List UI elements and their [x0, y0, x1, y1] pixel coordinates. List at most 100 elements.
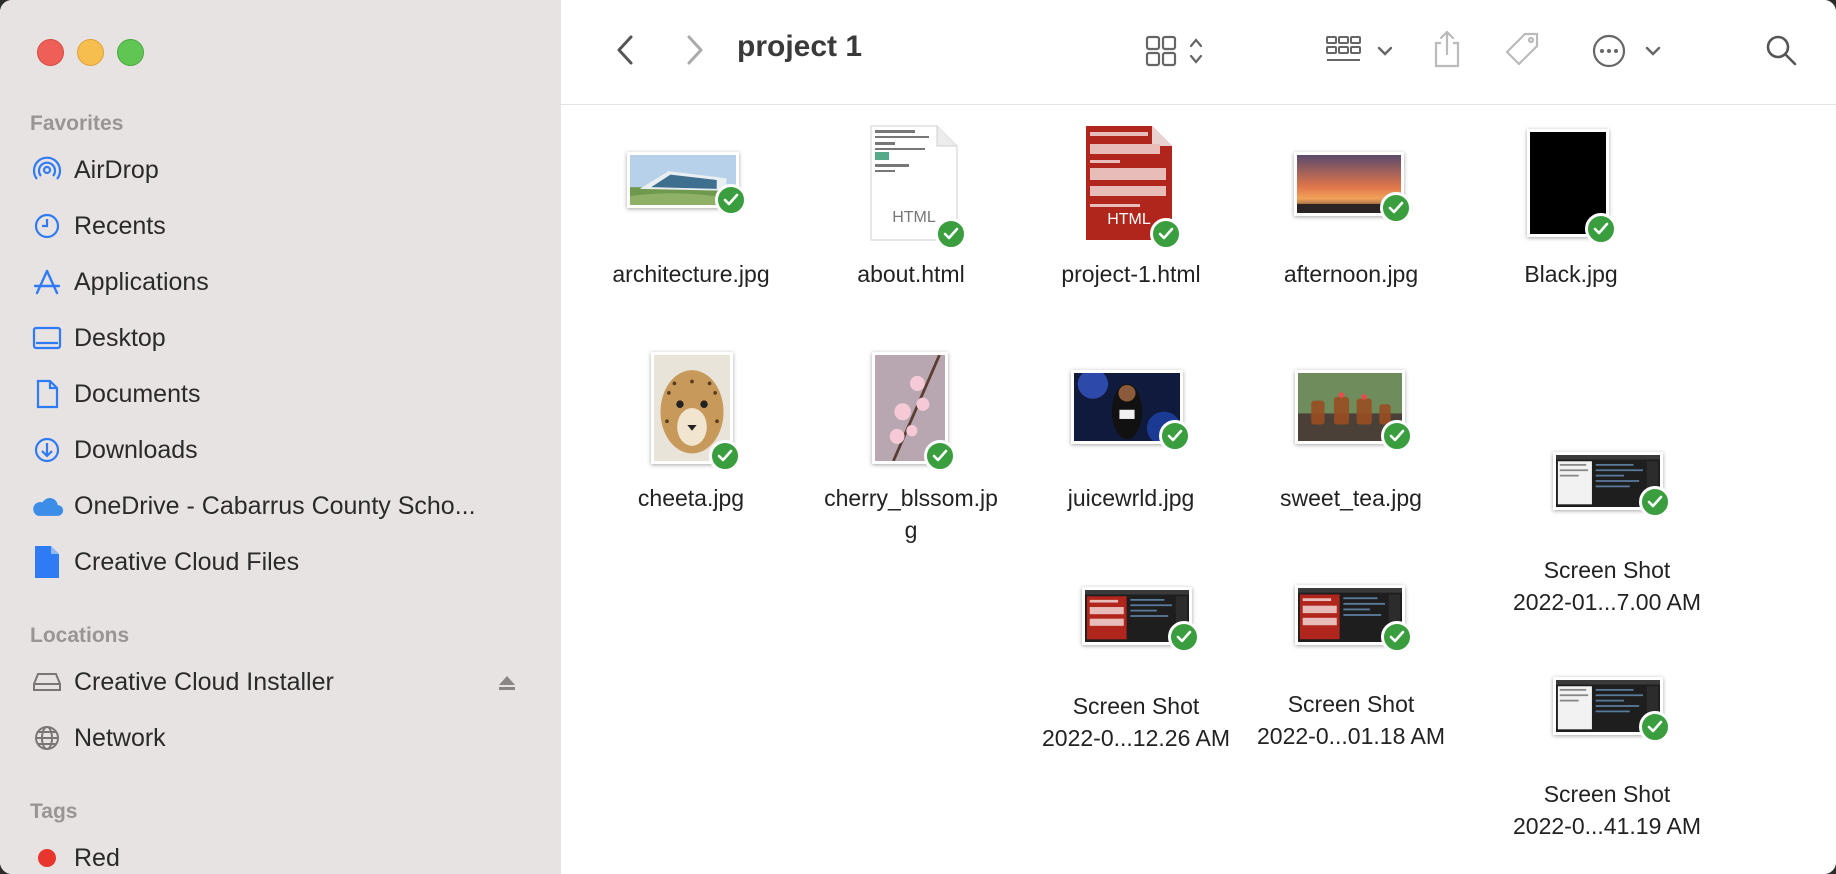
grid-view-icon [1145, 35, 1203, 67]
sidebar-item-tag-red[interactable]: Red [30, 838, 530, 874]
file-name: architecture.jpg [581, 258, 801, 290]
sidebar-item-creative-cloud-installer[interactable]: Creative Cloud Installer [30, 662, 530, 702]
file-name: about.html [801, 258, 1021, 290]
sidebar-item-documents[interactable]: Documents [30, 374, 530, 414]
desktop-icon [30, 321, 64, 355]
file-name-line: Screen Shot [1543, 781, 1671, 807]
window-title: project 1 [737, 30, 863, 63]
more-actions-button[interactable] [1591, 30, 1667, 72]
sidebar-item-downloads[interactable]: Downloads [30, 430, 530, 470]
locations-heading: Locations [30, 624, 130, 647]
sidebar-item-label: Creative Cloud Installer [74, 667, 334, 696]
file-name-line: Black.jpg [1524, 261, 1618, 287]
sidebar-item-label: Creative Cloud Files [74, 547, 300, 576]
sidebar-item-recents[interactable]: Recents [30, 206, 530, 246]
sidebar-item-applications[interactable]: Applications [30, 262, 530, 302]
share-icon [1434, 30, 1460, 68]
toolbar: project 1 [561, 0, 1836, 105]
sidebar-item-onedrive[interactable]: OneDrive - Cabarrus County Scho... [30, 486, 530, 526]
file-name-line: project-1.html [1061, 261, 1201, 287]
synced-checkmark-icon [1159, 420, 1191, 452]
synced-checkmark-icon [924, 440, 956, 472]
clock-icon [30, 209, 64, 243]
sidebar-item-label: AirDrop [74, 155, 159, 184]
file-name: sweet_tea.jpg [1241, 482, 1461, 514]
airdrop-icon [30, 153, 64, 187]
search-button[interactable] [1761, 30, 1801, 70]
synced-checkmark-icon [709, 440, 741, 472]
file-name-line: juicewrld.jpg [1067, 485, 1195, 511]
file-name-line: 2022-0...41.19 AM [1513, 813, 1701, 839]
file-name-line: cheeta.jpg [637, 485, 745, 511]
sidebar-item-label: OneDrive - Cabarrus County Scho... [74, 491, 476, 520]
synced-checkmark-icon [715, 184, 747, 216]
tags-heading: Tags [30, 800, 78, 823]
file-name: Black.jpg [1461, 258, 1681, 290]
file-name-line: about.html [857, 261, 965, 287]
file-name: Screen Shot 2022-0...41.19 AM [1497, 778, 1717, 842]
synced-checkmark-icon [935, 218, 967, 250]
sidebar-item-label: Applications [74, 267, 209, 296]
chevron-right-icon [687, 35, 703, 65]
sidebar-item-desktop[interactable]: Desktop [30, 318, 530, 358]
file-name: cherry_blssom.jpg [801, 482, 1021, 546]
file-name: afternoon.jpg [1241, 258, 1461, 290]
synced-checkmark-icon [1380, 192, 1412, 224]
tags-button[interactable] [1501, 28, 1545, 72]
synced-checkmark-icon [1381, 420, 1413, 452]
close-window-button[interactable] [37, 39, 64, 66]
favorites-heading: Favorites [30, 112, 124, 135]
group-icon [1326, 36, 1393, 61]
eject-icon[interactable] [497, 673, 517, 693]
file-name-line: sweet_tea.jpg [1280, 485, 1422, 511]
file-name-line: g [904, 517, 918, 543]
file-name-line: Screen Shot [1543, 557, 1671, 583]
synced-checkmark-icon [1585, 213, 1617, 245]
file-name-line: afternoon.jpg [1283, 261, 1419, 287]
file-name: Screen Shot 2022-0...12.26 AM [1026, 690, 1246, 754]
ellipsis-circle-icon [1592, 34, 1661, 68]
sidebar-item-label: Red [74, 843, 120, 872]
chevron-left-icon [617, 35, 633, 65]
file-name: juicewrld.jpg [1021, 482, 1241, 514]
applications-icon [30, 265, 64, 299]
file-icon [30, 545, 64, 579]
sidebar: Favorites AirDrop Recents Applications D… [0, 0, 561, 874]
cloud-icon [30, 489, 64, 523]
share-button[interactable] [1429, 26, 1465, 72]
sidebar-item-label: Network [74, 723, 166, 752]
forward-button[interactable] [675, 30, 715, 70]
red-tag-icon [30, 841, 64, 874]
synced-checkmark-icon [1639, 486, 1671, 518]
file-name-line: Screen Shot [1287, 691, 1415, 717]
file-name-line: 2022-0...01.18 AM [1257, 723, 1445, 749]
file-name-line: cherry_blssom.jp [824, 485, 998, 511]
synced-checkmark-icon [1639, 711, 1671, 743]
synced-checkmark-icon [1168, 621, 1200, 653]
globe-icon [30, 721, 64, 755]
zoom-window-button[interactable] [117, 39, 144, 66]
group-by-button[interactable] [1325, 30, 1399, 72]
sidebar-item-airdrop[interactable]: AirDrop [30, 150, 530, 190]
file-name: cheeta.jpg [581, 482, 801, 514]
file-name-line: 2022-0...12.26 AM [1042, 725, 1230, 751]
download-icon [30, 433, 64, 467]
sidebar-item-creative-cloud-files[interactable]: Creative Cloud Files [30, 542, 530, 582]
search-icon [1766, 35, 1797, 66]
sidebar-item-network[interactable]: Network [30, 718, 530, 758]
finder-window: Favorites AirDrop Recents Applications D… [0, 0, 1836, 874]
file-name: Screen Shot 2022-0...01.18 AM [1241, 688, 1461, 752]
svg-text:HTML: HTML [1107, 211, 1151, 228]
file-name-line: 2022-01...7.00 AM [1513, 589, 1701, 615]
drive-icon [30, 665, 64, 699]
view-mode-button[interactable] [1145, 30, 1219, 72]
sidebar-item-label: Downloads [74, 435, 198, 464]
minimize-window-button[interactable] [77, 39, 104, 66]
sidebar-item-label: Desktop [74, 323, 166, 352]
back-button[interactable] [605, 30, 645, 70]
document-icon [30, 377, 64, 411]
file-name: Screen Shot 2022-01...7.00 AM [1497, 554, 1717, 618]
file-name-line: Screen Shot [1072, 693, 1200, 719]
synced-checkmark-icon [1150, 218, 1182, 250]
sidebar-item-label: Documents [74, 379, 201, 408]
